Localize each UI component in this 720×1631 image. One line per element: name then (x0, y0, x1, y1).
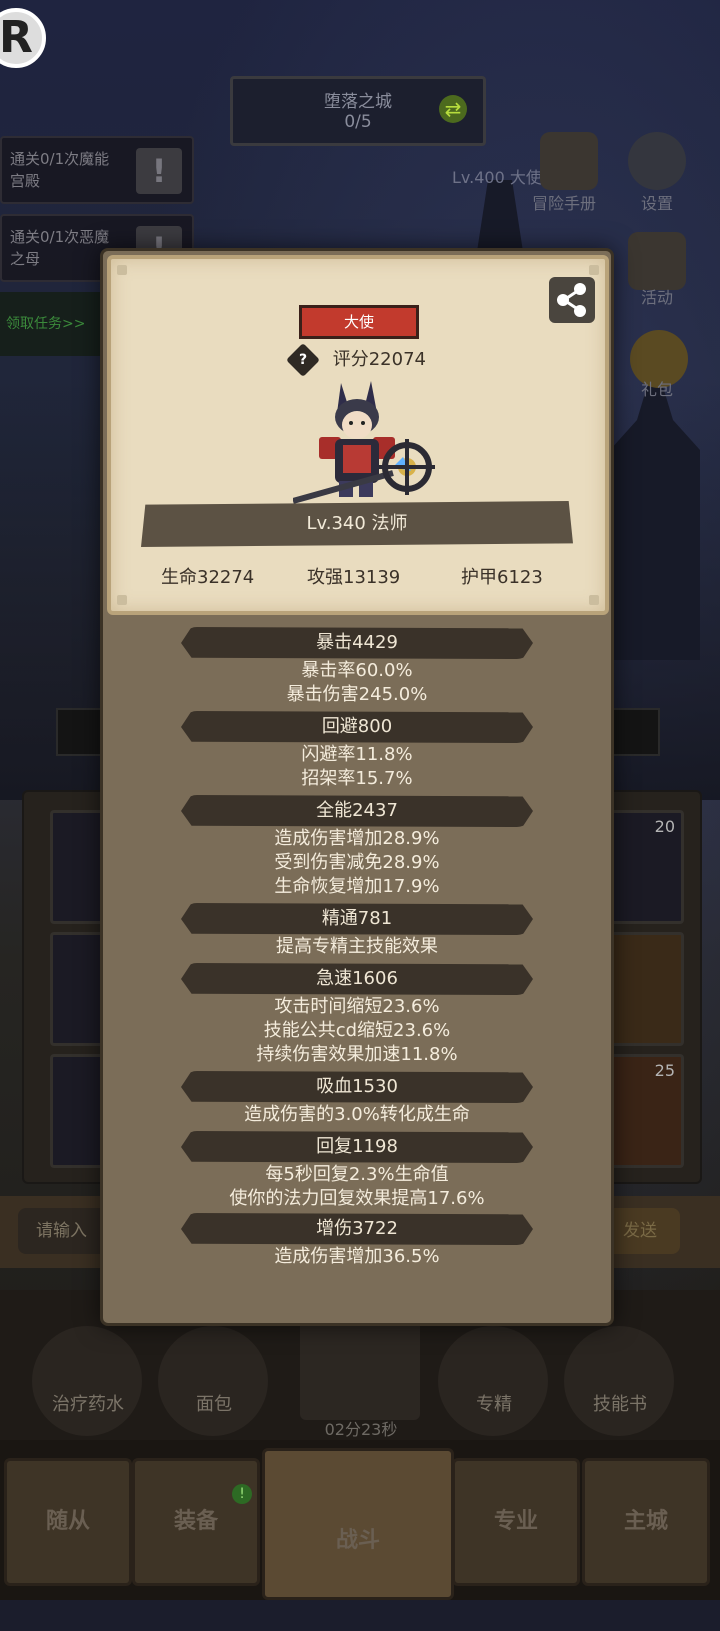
attr-header: 急速1606 (181, 963, 533, 995)
exclamation-icon: ! (136, 148, 182, 194)
attack-stat: 攻强13139 (307, 567, 401, 588)
attr-regen: 回复1198 每5秒回复2.3%生命值 使你的法力回复效果提高17.6% (103, 1131, 611, 1211)
countdown-timer: 02分23秒 (324, 1420, 398, 1439)
share-button[interactable] (549, 277, 595, 323)
swap-icon[interactable]: ⇄ (439, 95, 467, 123)
attr-line: 攻击时间缩短23.6% (274, 996, 440, 1017)
attr-line: 造成伤害增加36.5% (274, 1246, 440, 1267)
attr-line: 闪避率11.8% (301, 744, 413, 765)
calendar-icon[interactable] (628, 232, 686, 290)
corner-rivet (589, 595, 599, 605)
item-label: 面包 (196, 1394, 232, 1415)
attr-line: 持续伤害效果加速11.8% (256, 1044, 458, 1065)
attr-crit: 暴击4429 暴击率60.0% 暴击伤害245.0% (103, 627, 611, 707)
attr-header: 精通781 (181, 903, 533, 935)
attr-versatility: 全能2437 造成伤害增加28.9% 受到伤害减免28.9% 生命恢复增加17.… (103, 795, 611, 899)
nav-equipment[interactable]: 装备 (132, 1458, 260, 1586)
attr-line: 受到伤害减免28.9% (274, 852, 440, 873)
attr-header: 回复1198 (181, 1131, 533, 1163)
item-label: 专精 (476, 1394, 512, 1415)
attr-header: 回避800 (181, 711, 533, 743)
attr-line: 每5秒回复2.3%生命值 (265, 1164, 449, 1185)
attr-line: 招架率15.7% (301, 768, 413, 789)
attr-haste: 急速1606 攻击时间缩短23.6% 技能公共cd缩短23.6% 持续伤害效果加… (103, 963, 611, 1067)
notification-badge: ! (232, 1484, 252, 1504)
corner-rivet (117, 265, 127, 275)
armor-stat: 护甲6123 (461, 567, 543, 588)
activity-label[interactable]: 活动 (617, 284, 697, 308)
profile-card: 大使 ? 评分22074 Lv.340 法师 生命32274 攻强13139 护… (107, 255, 609, 615)
corner-rivet (117, 595, 127, 605)
attr-header: 增伤3722 (181, 1213, 533, 1245)
stage-selector[interactable]: 堕落之城 0/5 ⇄ (230, 76, 486, 146)
book-icon[interactable] (540, 132, 598, 190)
skill-book-icon[interactable] (564, 1326, 674, 1436)
specialization-icon[interactable] (438, 1326, 548, 1436)
item-label: 技能书 (593, 1394, 647, 1415)
claim-quest-link[interactable]: 领取任务>> (0, 292, 116, 356)
settings-label[interactable]: 设置 (617, 190, 697, 214)
corner-rivet (589, 265, 599, 275)
gear-icon[interactable] (628, 132, 686, 190)
slot-count: 20 (654, 817, 675, 836)
character-profile-modal: 大使 ? 评分22074 Lv.340 法师 生命32274 攻强13139 护… (100, 248, 614, 1326)
nav-main-city[interactable]: 主城 (582, 1458, 710, 1586)
score-row: ? 评分22074 (286, 343, 426, 377)
attr-line: 使你的法力回复效果提高17.6% (229, 1188, 485, 1209)
share-icon (557, 283, 586, 317)
attr-lifesteal: 吸血1530 造成伤害的3.0%转化成生命 (103, 1071, 611, 1127)
slot-count: 25 (654, 1061, 675, 1080)
attr-dodge: 回避800 闪避率11.8% 招架率15.7% (103, 711, 611, 791)
gift-label[interactable]: 礼包 (617, 376, 697, 400)
help-icon[interactable]: ? (286, 343, 320, 377)
potion-icon[interactable] (32, 1326, 142, 1436)
nav-battle[interactable]: 战斗 (262, 1448, 454, 1600)
bread-icon[interactable] (158, 1326, 268, 1436)
attr-header: 暴击4429 (181, 627, 533, 659)
attr-header: 吸血1530 (181, 1071, 533, 1103)
nav-followers[interactable]: 随从 (4, 1458, 132, 1586)
title-badge: 大使 (299, 305, 419, 339)
score-label: 评分22074 (332, 349, 426, 370)
character-avatar (293, 381, 435, 504)
attr-line: 技能公共cd缩短23.6% (263, 1020, 451, 1041)
bottom-nav: 随从 装备 战斗 专业 主城 (0, 1440, 720, 1600)
attr-line: 造成伤害的3.0%转化成生命 (244, 1104, 470, 1125)
attr-header: 全能2437 (181, 795, 533, 827)
attr-line: 提高专精主技能效果 (276, 936, 438, 957)
attr-line: 暴击率60.0% (301, 660, 413, 681)
attr-line: 造成伤害增加28.9% (274, 828, 440, 849)
attr-line: 暴击伤害245.0% (286, 684, 428, 705)
attr-line: 生命恢复增加17.9% (274, 876, 440, 897)
attr-damage-bonus: 增伤3722 造成伤害增加36.5% (103, 1213, 611, 1269)
quest-item[interactable]: 通关0/1次魔能宫殿 ! (0, 136, 194, 204)
attr-mastery: 精通781 提高专精主技能效果 (103, 903, 611, 959)
quest-text: 通关0/1次魔能宫殿 (10, 150, 110, 190)
hp-stat: 生命32274 (161, 567, 255, 588)
item-label: 治疗药水 (52, 1394, 124, 1415)
level-class-banner: Lv.340 法师 (141, 501, 573, 547)
adventure-manual-label[interactable]: 冒险手册 (524, 190, 604, 214)
nav-profession[interactable]: 专业 (452, 1458, 580, 1586)
